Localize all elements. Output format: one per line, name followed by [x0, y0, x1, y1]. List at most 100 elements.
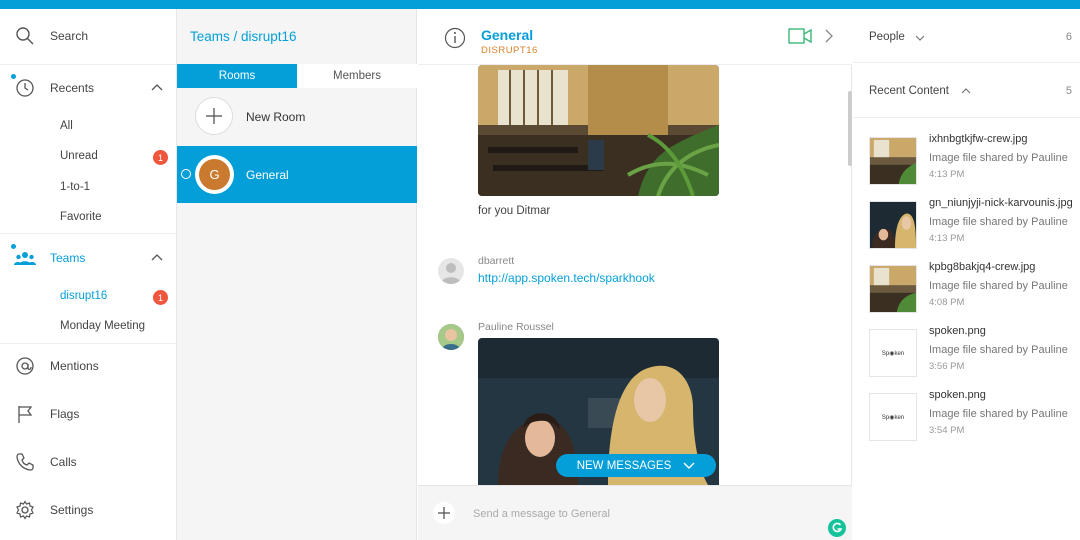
disrupt16-badge: 1: [153, 290, 168, 305]
teams-monday-meeting[interactable]: Monday Meeting: [60, 320, 145, 332]
new-messages-button[interactable]: NEW MESSAGES: [556, 454, 716, 477]
recent-content-count: 5: [1065, 85, 1072, 97]
file-item[interactable]: ixhnbgtkjfw-crew.jpg Image file shared b…: [869, 133, 1079, 189]
chevron-up-icon[interactable]: [150, 251, 164, 265]
tab-rooms[interactable]: Rooms: [177, 64, 297, 88]
room-general[interactable]: G General: [177, 146, 417, 203]
people-label: People: [869, 31, 905, 43]
file-meta: Image file shared by Pauline: [929, 280, 1068, 292]
grammarly-icon[interactable]: [828, 519, 846, 537]
room-initial: G: [199, 159, 230, 190]
nav-search[interactable]: Search: [0, 16, 177, 56]
nav-search-label: Search: [50, 29, 89, 43]
shared-image-office[interactable]: [478, 65, 719, 196]
logo-text: Sp◉ken: [881, 350, 905, 357]
file-time: 4:13 PM: [929, 169, 965, 180]
file-thumbnail: [869, 265, 917, 313]
teams-disrupt16[interactable]: disrupt16: [60, 290, 107, 302]
chevron-up-icon: [961, 84, 971, 98]
nav-calls[interactable]: Calls: [0, 442, 177, 482]
file-name: spoken.png: [929, 389, 986, 401]
plus-icon: [195, 97, 233, 135]
top-accent-bar: [0, 0, 1080, 9]
nav-calls-label: Calls: [50, 455, 77, 469]
attach-plus-icon[interactable]: [433, 502, 455, 524]
breadcrumb[interactable]: Teams / disrupt16: [190, 29, 297, 44]
clock-icon: [14, 77, 36, 99]
nav-mentions[interactable]: Mentions: [0, 346, 177, 386]
message-caption: for you Ditmar: [478, 205, 551, 217]
nav-divider: [0, 233, 177, 234]
nav-teams-label: Teams: [50, 251, 86, 265]
nav-teams[interactable]: Teams: [0, 238, 177, 278]
file-thumbnail: [869, 201, 917, 249]
recent-content-header[interactable]: Recent Content 5: [853, 64, 1080, 118]
room-select-radio[interactable]: [181, 169, 191, 179]
recents-all[interactable]: All: [60, 120, 73, 132]
file-item[interactable]: gn_niunjyji-nick-karvounis.jpg Image fil…: [869, 197, 1079, 253]
file-time: 3:56 PM: [929, 361, 965, 372]
gear-icon: [14, 499, 36, 521]
team-icon: [14, 247, 36, 269]
file-item[interactable]: Sp◉ken spoken.png Image file shared by P…: [869, 325, 1079, 381]
people-header[interactable]: People 6: [853, 9, 1080, 63]
rooms-tabs: Rooms Members: [177, 64, 417, 88]
right-panel: People 6 Recent Content 5 ixhnbgtkjfw-cr…: [853, 9, 1080, 540]
nav-settings[interactable]: Settings: [0, 490, 177, 530]
conversation-header: General DISRUPT16: [418, 9, 852, 65]
file-name: gn_niunjyji-nick-karvounis.jpg: [929, 197, 1073, 209]
nav-mentions-label: Mentions: [50, 359, 99, 373]
file-meta: Image file shared by Pauline: [929, 216, 1068, 228]
chevron-down-icon: [683, 462, 695, 470]
room-title: General: [481, 27, 534, 43]
compose-bar: [418, 485, 852, 540]
recents-1to1[interactable]: 1-to-1: [60, 181, 90, 193]
new-room-label: New Room: [246, 109, 306, 124]
conversation-panel: for you Ditmar dbarrett http://app.spoke…: [418, 9, 852, 540]
message-input[interactable]: [473, 504, 803, 524]
rooms-panel: Teams / disrupt16 Rooms Members New Room…: [177, 9, 417, 540]
nav-divider: [0, 64, 177, 65]
file-item[interactable]: kpbg8bakjq4-crew.jpg Image file shared b…: [869, 261, 1079, 317]
avatar[interactable]: [438, 324, 464, 350]
nav-flags[interactable]: Flags: [0, 394, 177, 434]
info-icon[interactable]: [444, 27, 466, 52]
avatar: G: [195, 155, 234, 194]
recent-content-label: Recent Content: [869, 85, 949, 97]
nav-recents-label: Recents: [50, 81, 95, 95]
tab-members[interactable]: Members: [297, 64, 417, 88]
file-meta: Image file shared by Pauline: [929, 344, 1068, 356]
message-link[interactable]: http://app.spoken.tech/sparkhook: [478, 271, 655, 285]
file-meta: Image file shared by Pauline: [929, 152, 1068, 164]
recents-favorite[interactable]: Favorite: [60, 211, 102, 223]
room-subtitle: DISRUPT16: [481, 45, 538, 56]
phone-icon: [14, 451, 36, 473]
file-item[interactable]: Sp◉ken spoken.png Image file shared by P…: [869, 389, 1079, 445]
file-time: 3:54 PM: [929, 425, 965, 436]
avatar: [438, 258, 464, 284]
nav-settings-label: Settings: [50, 503, 94, 517]
chevron-right-icon[interactable]: [824, 29, 834, 46]
file-name: spoken.png: [929, 325, 986, 337]
file-thumbnail: [869, 137, 917, 185]
new-messages-label: NEW MESSAGES: [576, 459, 672, 472]
unread-badge: 1: [153, 150, 168, 165]
recents-unread[interactable]: Unread: [60, 150, 98, 162]
video-call-icon[interactable]: [788, 28, 812, 47]
message-sender: Pauline Roussel: [478, 321, 554, 333]
at-icon: [14, 355, 36, 377]
nav-recents[interactable]: Recents: [0, 68, 177, 108]
message-sender: dbarrett: [478, 255, 515, 267]
logo-text: Sp◉ken: [881, 414, 905, 421]
flag-icon: [14, 403, 36, 425]
chevron-up-icon[interactable]: [150, 81, 164, 95]
new-room-button[interactable]: New Room: [177, 88, 417, 145]
file-name: ixhnbgtkjfw-crew.jpg: [929, 133, 1028, 145]
nav-divider: [0, 343, 177, 344]
search-icon: [14, 25, 36, 47]
file-name: kpbg8bakjq4-crew.jpg: [929, 261, 1036, 273]
conversation-scrollbar[interactable]: [848, 91, 852, 166]
chevron-down-icon: [915, 31, 925, 45]
nav-flags-label: Flags: [50, 407, 80, 421]
people-count: 6: [1065, 31, 1072, 43]
